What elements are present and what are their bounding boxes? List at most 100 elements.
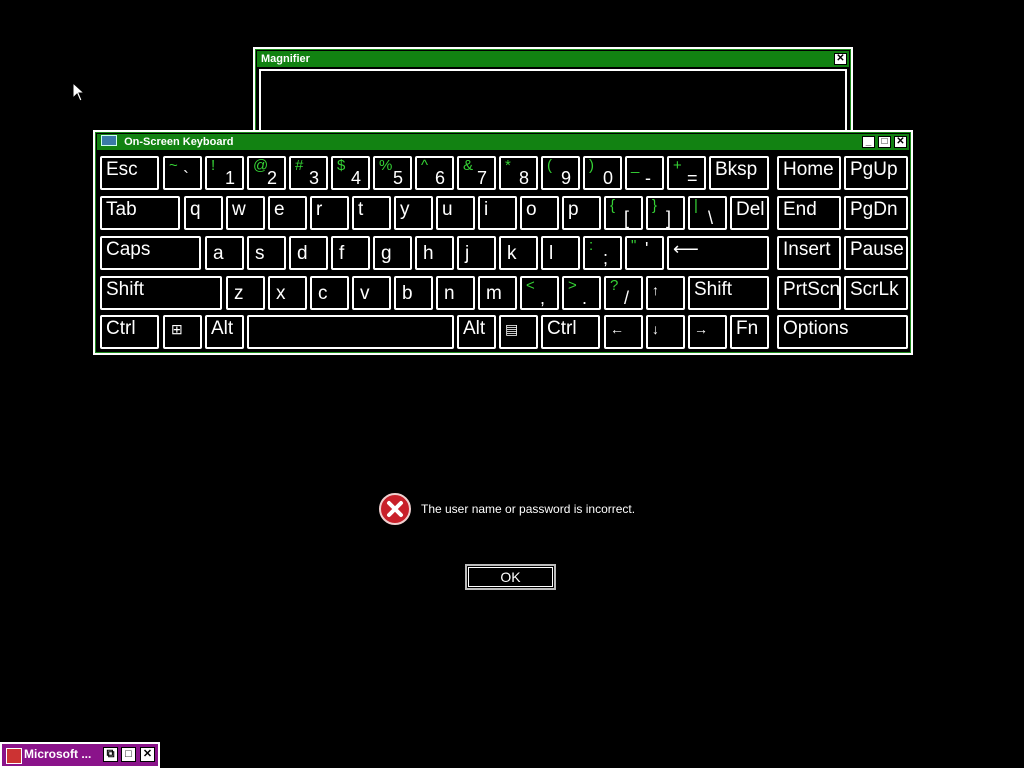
key-insert[interactable]: Insert xyxy=(777,236,841,270)
key-tab[interactable]: Tab xyxy=(100,196,180,230)
key-z[interactable]: z xyxy=(226,276,265,310)
key-f[interactable]: f xyxy=(331,236,370,270)
key-2[interactable]: @2 xyxy=(247,156,286,190)
key-a[interactable]: a xyxy=(205,236,244,270)
key-k[interactable]: k xyxy=(499,236,538,270)
keyboard-icon xyxy=(101,135,117,146)
key-label: d xyxy=(297,243,308,264)
key-alt-right[interactable]: Alt xyxy=(457,315,496,349)
magnifier-window: Magnifier ✕ xyxy=(253,47,853,133)
key-9[interactable]: (9 xyxy=(541,156,580,190)
key-label: 3 xyxy=(309,168,320,188)
key-slash[interactable]: ? / xyxy=(604,276,643,310)
key-r[interactable]: r xyxy=(310,196,349,230)
key-minus[interactable]: _ - xyxy=(625,156,664,190)
key-shift-label: $ xyxy=(337,157,346,174)
key-l[interactable]: l xyxy=(541,236,580,270)
ok-button[interactable]: OK xyxy=(465,564,556,590)
key-alt-left[interactable]: Alt xyxy=(205,315,244,349)
key-esc[interactable]: Esc xyxy=(100,156,159,190)
key-arrow-left[interactable]: ← xyxy=(604,315,643,349)
magnifier-titlebar[interactable]: Magnifier ✕ xyxy=(257,51,849,67)
key-label: 1 xyxy=(225,168,236,188)
key-x[interactable]: x xyxy=(268,276,307,310)
key-arrow-down[interactable]: ↓ xyxy=(646,315,685,349)
taskbar-restore-button[interactable]: ⧉ xyxy=(103,747,118,762)
key-end[interactable]: End xyxy=(777,196,841,230)
key-1[interactable]: ! 1 xyxy=(205,156,244,190)
key-8[interactable]: * 8 xyxy=(499,156,538,190)
key-ctrl-left[interactable]: Ctrl xyxy=(100,315,159,349)
key-equals[interactable]: + = xyxy=(667,156,706,190)
key-h[interactable]: h xyxy=(415,236,454,270)
key-tilde[interactable]: ~ ` xyxy=(163,156,202,190)
key-g[interactable]: g xyxy=(373,236,412,270)
osk-titlebar[interactable]: On-Screen Keyboard _ □ ✕ xyxy=(97,134,909,150)
key-label: Insert xyxy=(783,239,831,260)
osk-close-button[interactable]: ✕ xyxy=(894,136,907,148)
key-arrow-up[interactable]: ↑ xyxy=(646,276,685,310)
taskbar-close-button[interactable]: ✕ xyxy=(140,747,155,762)
key-d[interactable]: d xyxy=(289,236,328,270)
key-5[interactable]: % 5 xyxy=(373,156,412,190)
key-del[interactable]: Del xyxy=(730,196,769,230)
key-menu[interactable]: ▤ xyxy=(499,315,538,349)
key-i[interactable]: i xyxy=(478,196,517,230)
key-v[interactable]: v xyxy=(352,276,391,310)
key-shift-right[interactable]: Shift xyxy=(688,276,769,310)
key-pgdn[interactable]: PgDn xyxy=(844,196,908,230)
osk-minimize-button[interactable]: _ xyxy=(862,136,875,148)
key-q[interactable]: q xyxy=(184,196,223,230)
key-period[interactable]: >. xyxy=(562,276,601,310)
taskbar-maximize-button[interactable]: □ xyxy=(121,747,136,762)
magnifier-close-button[interactable]: ✕ xyxy=(834,53,847,65)
key-j[interactable]: j xyxy=(457,236,496,270)
key-quote[interactable]: " ' xyxy=(625,236,664,270)
key-u[interactable]: u xyxy=(436,196,475,230)
key-shift-left[interactable]: Shift xyxy=(100,276,222,310)
key-home[interactable]: Home xyxy=(777,156,841,190)
key-backslash[interactable]: | \ xyxy=(688,196,727,230)
restore-icon: ⧉ xyxy=(106,748,115,760)
key-shift-label: " xyxy=(631,237,637,254)
on-screen-keyboard-window: On-Screen Keyboard _ □ ✕ Esc ~ ` ! 1 @2 #3… xyxy=(93,130,913,355)
key-4[interactable]: $4 xyxy=(331,156,370,190)
key-6[interactable]: ^ 6 xyxy=(415,156,454,190)
key-0[interactable]: ) 0 xyxy=(583,156,622,190)
key-3[interactable]: #3 xyxy=(289,156,328,190)
key-label: Shift xyxy=(106,279,145,300)
key-ctrl-right[interactable]: Ctrl xyxy=(541,315,600,349)
key-right-bracket[interactable]: }] xyxy=(646,196,685,230)
key-c[interactable]: c xyxy=(310,276,349,310)
key-scrlk[interactable]: ScrLk xyxy=(844,276,908,310)
key-prtscn[interactable]: PrtScn xyxy=(777,276,841,310)
key-b[interactable]: b xyxy=(394,276,433,310)
key-caps[interactable]: Caps xyxy=(100,236,201,270)
key-p[interactable]: p xyxy=(562,196,601,230)
key-label: Esc xyxy=(106,159,138,180)
key-fn[interactable]: Fn xyxy=(730,315,769,349)
key-s[interactable]: s xyxy=(247,236,286,270)
key-options[interactable]: Options xyxy=(777,315,908,349)
key-semicolon[interactable]: :; xyxy=(583,236,622,270)
key-n[interactable]: n xyxy=(436,276,475,310)
key-backspace[interactable]: Bksp xyxy=(709,156,769,190)
osk-maximize-button[interactable]: □ xyxy=(878,136,891,148)
key-shift-label: : xyxy=(589,237,594,254)
key-pgup[interactable]: PgUp xyxy=(844,156,908,190)
key-left-bracket[interactable]: {[ xyxy=(604,196,643,230)
key-m[interactable]: m xyxy=(478,276,517,310)
key-pause[interactable]: Pause xyxy=(844,236,908,270)
key-7[interactable]: & 7 xyxy=(457,156,496,190)
key-o[interactable]: o xyxy=(520,196,559,230)
key-y[interactable]: y xyxy=(394,196,433,230)
taskbar-minimized-window[interactable]: Microsoft ... ⧉ □ ✕ xyxy=(0,742,160,768)
key-space[interactable] xyxy=(247,315,454,349)
key-windows[interactable]: ⊞ xyxy=(163,315,202,349)
key-enter[interactable]: ⟵ xyxy=(667,236,769,270)
key-e[interactable]: e xyxy=(268,196,307,230)
key-arrow-right[interactable]: → xyxy=(688,315,727,349)
key-comma[interactable]: <, xyxy=(520,276,559,310)
key-t[interactable]: t xyxy=(352,196,391,230)
key-w[interactable]: w xyxy=(226,196,265,230)
